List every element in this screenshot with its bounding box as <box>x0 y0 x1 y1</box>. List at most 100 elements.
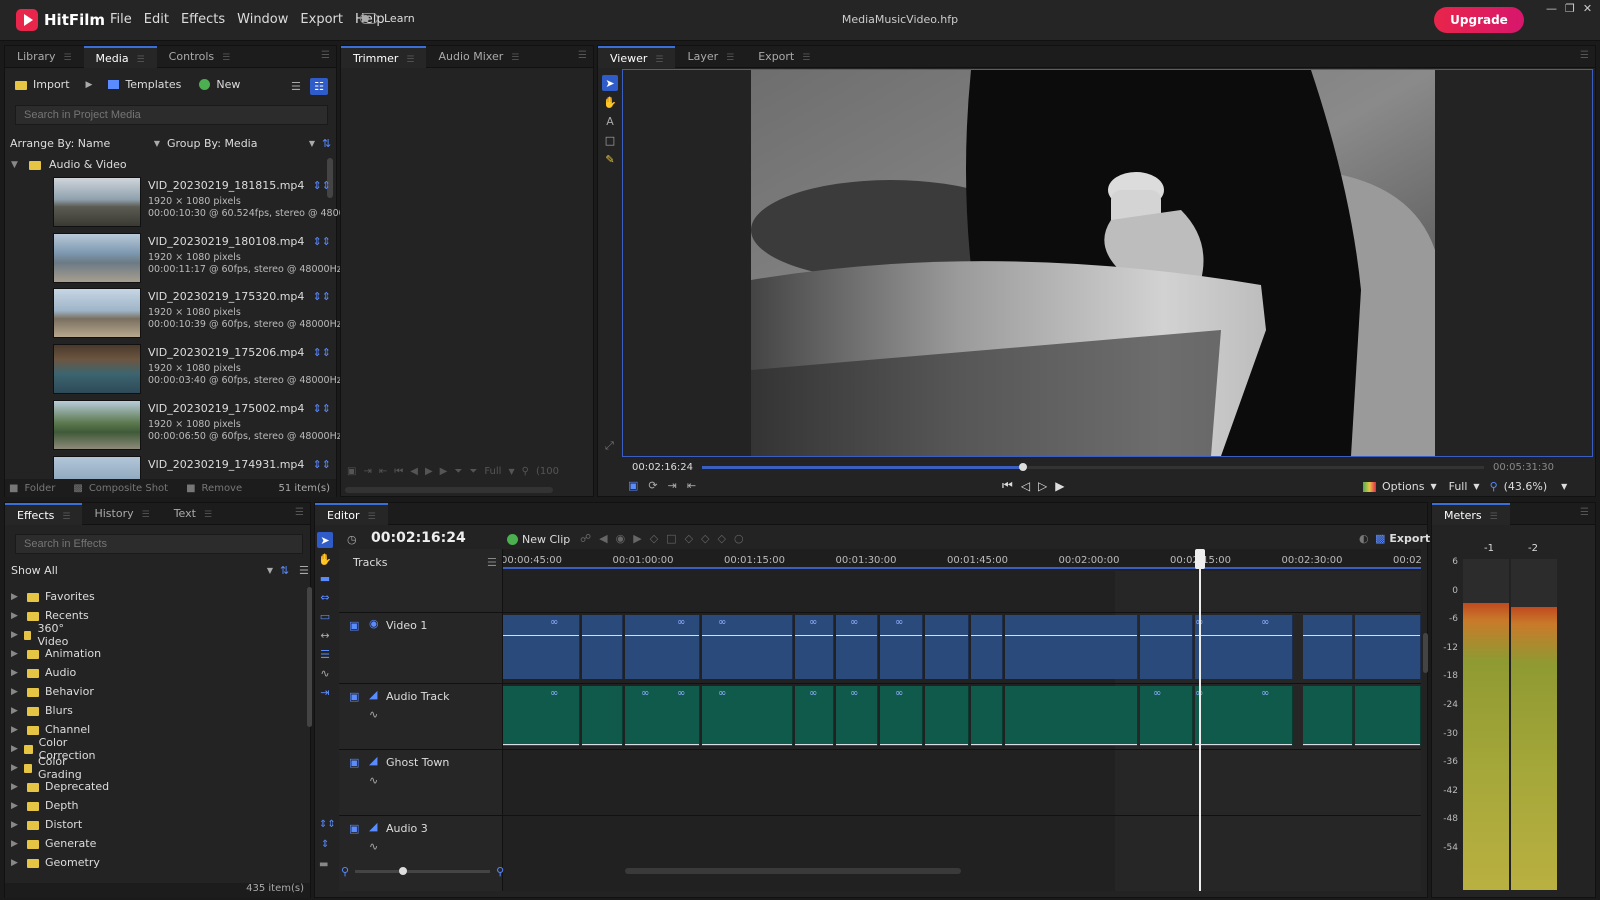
effects-filter-select[interactable]: Show All ▼ <box>11 564 273 577</box>
lock-icon[interactable]: ▣ <box>349 756 359 769</box>
expand-icon[interactable]: ▶ <box>11 706 21 716</box>
audio-clip[interactable] <box>1355 686 1421 746</box>
expand-icon[interactable]: ▶ <box>11 744 18 754</box>
import-dropdown-icon[interactable]: ▶ <box>86 80 93 90</box>
panel-menu-icon[interactable]: ☰ <box>321 50 330 61</box>
zoom-in-icon[interactable]: ⚲ <box>496 865 504 878</box>
arrange-by-select[interactable]: Arrange By: Name ▼ <box>10 137 160 150</box>
lock-icon[interactable]: ▣ <box>349 822 359 835</box>
snap-tool-icon[interactable]: ⇥ <box>317 684 333 700</box>
expand-icon[interactable]: ▶ <box>11 687 21 697</box>
audio-clip[interactable] <box>925 686 969 746</box>
audio-clip[interactable] <box>582 686 623 746</box>
overlay-icon[interactable]: ⇤ <box>379 466 387 477</box>
effect-category[interactable]: ▶ Geometry <box>11 853 100 872</box>
export-settings-icon[interactable]: ◐ <box>1359 532 1369 545</box>
toggle-switch-icon[interactable] <box>360 13 378 24</box>
tab-controls[interactable]: Controls ☰ <box>157 46 243 68</box>
editor-timecode[interactable]: 00:02:16:24 <box>371 530 466 546</box>
step-back-icon[interactable]: ◀ <box>410 466 418 477</box>
loop-icon[interactable]: ⟳ <box>648 479 657 492</box>
hand-tool-icon[interactable]: ✋ <box>317 551 333 567</box>
safe-area-icon[interactable]: ▣ <box>628 479 638 492</box>
link-icon[interactable]: ∞ <box>1153 688 1161 699</box>
pen-tool-icon[interactable]: ✎ <box>602 151 618 167</box>
record-icon[interactable]: ◉ <box>616 532 626 545</box>
options-button[interactable]: Options <box>1382 480 1424 493</box>
speaker-icon[interactable]: ◢ <box>369 820 377 833</box>
razor-tool-icon[interactable]: ▬ <box>317 570 333 586</box>
mixer-icon[interactable]: ⇕⇕ <box>313 290 331 303</box>
link-icon[interactable]: ☍ <box>580 532 591 545</box>
mixer-toggle-icon[interactable]: ⇕⇕ <box>319 819 336 830</box>
expand-icon[interactable]: ▶ <box>11 782 21 792</box>
audio-clip[interactable] <box>625 686 700 746</box>
zoom-out-icon[interactable]: ⚲ <box>341 865 349 878</box>
insert-icon[interactable]: ⇥ <box>668 479 677 492</box>
track-header-video-1[interactable]: ▣ ◉ Video 1 <box>339 612 504 682</box>
prev-keyframe-icon[interactable]: ◀ <box>599 532 607 545</box>
tab-meters[interactable]: Meters ☰ <box>1432 502 1510 525</box>
square-icon[interactable]: □ <box>666 532 676 545</box>
mixer-icon[interactable]: ⇕⇕ <box>313 458 331 471</box>
tab-trimmer[interactable]: Trimmer ☰ <box>341 45 427 68</box>
minimize-icon[interactable]: — <box>1546 2 1557 15</box>
effect-category[interactable]: ▶ Animation <box>11 644 101 663</box>
timeline-hscroll[interactable] <box>625 868 961 874</box>
export-button[interactable]: ▩ Export <box>1375 532 1430 545</box>
step-forward-icon[interactable]: ▷ <box>1038 479 1047 493</box>
mixer-icon[interactable]: ⇕⇕ <box>313 402 331 415</box>
video-clip[interactable] <box>702 615 793 679</box>
upgrade-button[interactable]: Upgrade <box>1434 7 1524 33</box>
resize-icon[interactable]: ⤢ <box>605 439 614 453</box>
sort-icon[interactable]: ⇅ <box>280 564 289 577</box>
media-item[interactable]: VID_20230219_181815.mp4 ⇕⇕ 1920 × 1080 pi… <box>53 177 351 232</box>
expand-icon[interactable]: ▶ <box>11 630 18 640</box>
timeline-area[interactable]: 00:00:45:00 00:01:00:00 00:01:15:00 00:01:3… <box>503 549 1421 891</box>
effect-category[interactable]: ▶ Audio <box>11 663 76 682</box>
playhead[interactable] <box>1199 549 1201 891</box>
link-icon[interactable]: ∞ <box>895 617 903 628</box>
close-icon[interactable]: ✕ <box>1583 2 1592 15</box>
viewer-scrub-bar[interactable] <box>702 463 1484 471</box>
audio-clip[interactable] <box>503 686 580 746</box>
audio-clip[interactable] <box>702 686 793 746</box>
link-icon[interactable]: ∞ <box>718 617 726 628</box>
audio-clip[interactable] <box>1303 686 1353 746</box>
maximize-icon[interactable]: ❐ <box>1565 2 1575 15</box>
safe-area-icon[interactable]: ▣ <box>347 466 356 477</box>
video-clip[interactable] <box>1005 615 1138 679</box>
expand-icon[interactable]: ▼ <box>11 160 21 170</box>
diamond-icon[interactable]: ◇ <box>701 532 709 545</box>
insert-icon[interactable]: ⇥ <box>363 466 371 477</box>
tab-library[interactable]: Library ☰ <box>5 46 84 68</box>
overlay-icon[interactable]: ⇤ <box>687 479 696 492</box>
new-folder-button[interactable]: Folder <box>24 483 55 494</box>
expand-icon[interactable]: ▶ <box>11 839 21 849</box>
expand-icon[interactable]: ▶ <box>11 858 21 868</box>
video-clip[interactable] <box>582 615 623 679</box>
mixer-icon[interactable]: ⇕⇕ <box>313 179 331 192</box>
skip-back-icon[interactable]: ⏮ <box>394 466 403 477</box>
panel-menu-icon[interactable]: ☰ <box>578 50 587 61</box>
effect-category[interactable]: ▶ Deprecated <box>11 777 109 796</box>
playhead-handle[interactable] <box>1195 549 1205 569</box>
track-lane-video-1[interactable]: ∞∞∞∞∞∞∞∞ <box>503 612 1421 682</box>
mask-tool-icon[interactable]: □ <box>602 132 618 148</box>
set-in-icon[interactable]: ⏷ <box>454 466 462 477</box>
effect-category[interactable]: ▶ Distort <box>11 815 82 834</box>
expand-icon[interactable]: ▶ <box>11 649 21 659</box>
speaker-icon[interactable]: ◢ <box>369 688 377 701</box>
ripple-tool-icon[interactable]: ↔ <box>317 627 333 643</box>
slide-tool-icon[interactable]: ▭ <box>317 608 333 624</box>
play-icon[interactable]: ▶ <box>440 466 448 477</box>
menu-export[interactable]: Export <box>300 12 343 27</box>
expand-icon[interactable]: ▶ <box>11 592 21 602</box>
next-keyframe-icon[interactable]: ▶ <box>633 532 641 545</box>
audio-clip[interactable] <box>971 686 1003 746</box>
play-icon[interactable]: ▶ <box>1055 479 1064 493</box>
menu-edit[interactable]: Edit <box>144 12 169 27</box>
keyframe-icon[interactable]: ◇ <box>650 532 658 545</box>
eye-icon[interactable]: ◉ <box>369 617 379 630</box>
tab-layer[interactable]: Layer ☰ <box>675 46 746 68</box>
